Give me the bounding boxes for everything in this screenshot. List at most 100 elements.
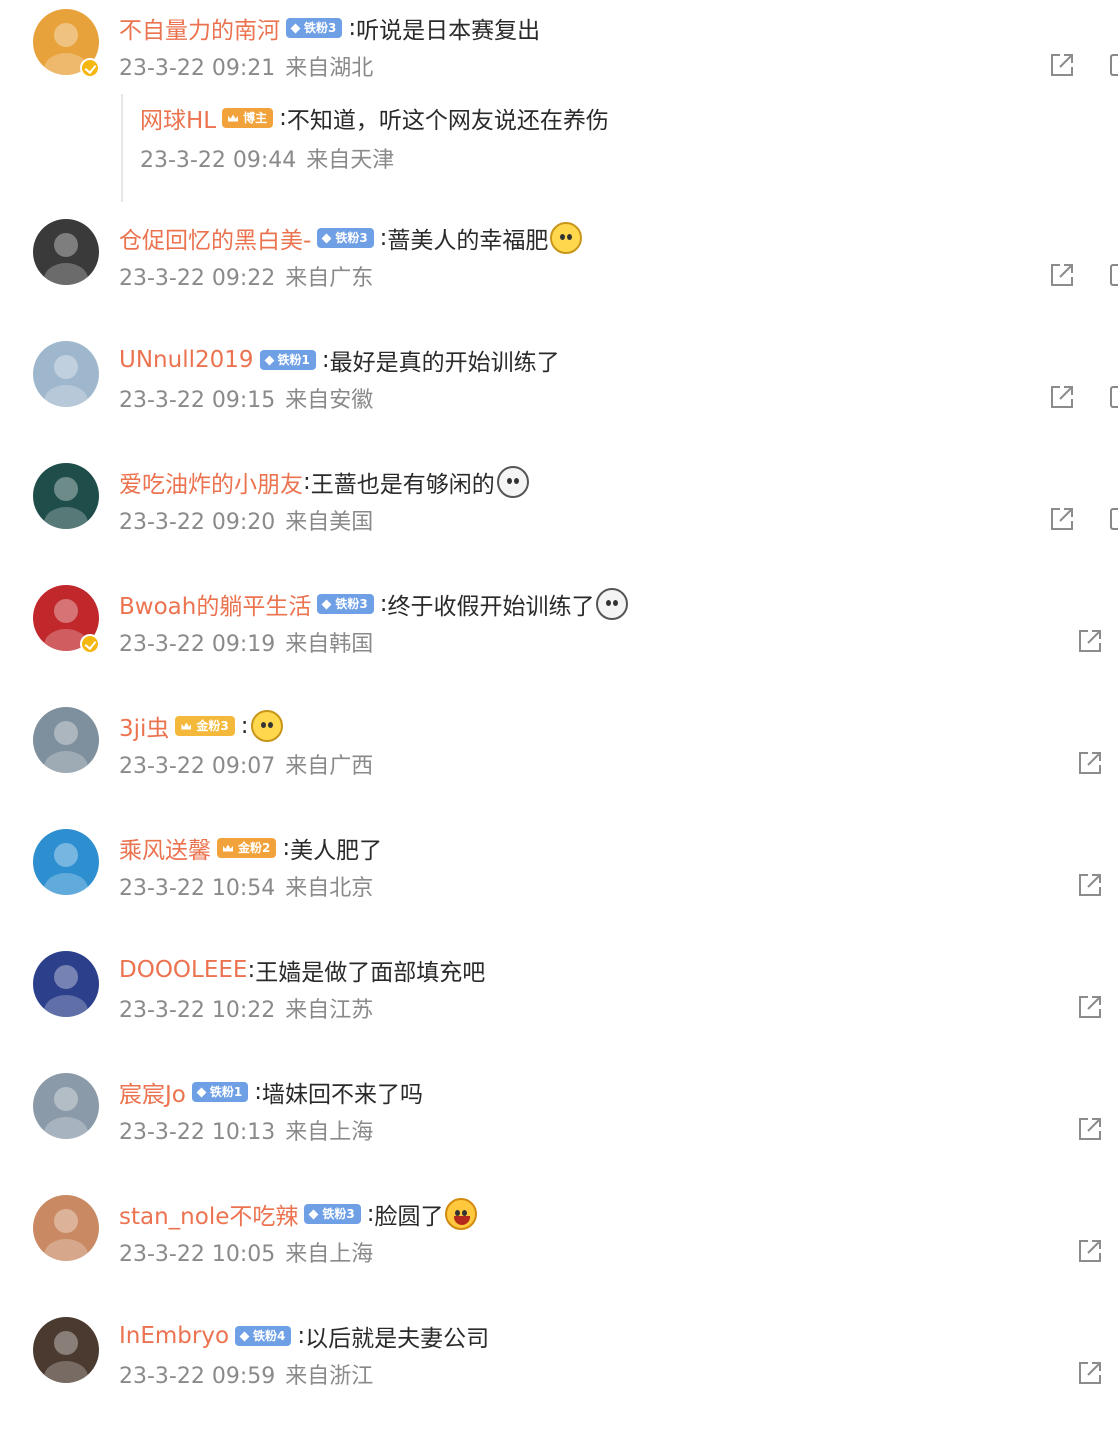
diamond-icon	[321, 233, 332, 243]
diamond-icon	[321, 599, 332, 609]
crown-icon	[181, 722, 192, 730]
share-icon[interactable]	[1047, 50, 1077, 80]
fan-badge[interactable]: 铁粉3	[304, 1204, 361, 1224]
fan-badge[interactable]: 金粉2	[217, 838, 277, 858]
username-link[interactable]: 宸宸Jo	[119, 1075, 186, 1109]
comment-time: 23-3-22 09:15	[119, 388, 276, 413]
reply-block: 网球HL 博主: 不知道，听这个网友说还在养伤 23-3-22 09:44 来自天津	[121, 94, 681, 202]
share-icon[interactable]	[1047, 260, 1077, 290]
share-icon[interactable]	[1075, 992, 1105, 1022]
comment-separator: :	[279, 105, 287, 131]
fan-badge[interactable]: 铁粉3	[286, 18, 343, 38]
comment-text: 以后就是夫妻公司	[305, 1326, 490, 1352]
diamond-icon	[290, 23, 301, 33]
fan-badge-label: 金粉3	[196, 719, 229, 733]
avatar[interactable]	[33, 951, 99, 1017]
comment-location: 来自湖北	[285, 56, 374, 81]
comment-time: 23-3-22 10:54	[119, 876, 276, 901]
comment-text: 美人肥了	[290, 838, 383, 864]
username-link[interactable]: 乘风送馨	[119, 831, 211, 865]
fan-badge[interactable]: 铁粉3	[317, 228, 374, 248]
fan-badge[interactable]: 铁粉1	[191, 1082, 249, 1102]
fan-badge[interactable]: 铁粉4	[235, 1326, 292, 1346]
username-link[interactable]: 爱吃油炸的小朋友	[119, 465, 303, 499]
diamond-icon	[239, 1331, 250, 1341]
comment-time: 23-3-22 09:59	[119, 1364, 276, 1389]
comment-time: 23-3-22 10:13	[119, 1120, 276, 1145]
fan-badge-label: 铁粉3	[335, 231, 368, 245]
doge-emoji	[550, 222, 583, 254]
avatar[interactable]	[33, 341, 99, 407]
username-link[interactable]: UNnull2019	[119, 347, 254, 373]
username-link[interactable]: InEmbryo	[119, 1323, 229, 1349]
comment-text: 脸圆了	[374, 1204, 444, 1230]
comment-line: 宸宸Jo 铁粉1: 墙妹回不来了吗	[119, 1074, 423, 1110]
comment-separator: :	[321, 347, 330, 373]
more-action-icon[interactable]	[1110, 54, 1118, 76]
share-icon[interactable]	[1075, 748, 1105, 778]
fan-badge-label: 铁粉3	[322, 1207, 355, 1221]
comment-separator: :	[366, 1201, 375, 1227]
comment-time: 23-3-22 10:22	[119, 998, 276, 1023]
comment-location: 来自韩国	[285, 632, 374, 657]
fan-badge[interactable]: 铁粉3	[317, 594, 374, 614]
ghost-emoji	[596, 588, 629, 620]
fan-badge[interactable]: 金粉3	[175, 716, 235, 736]
diamond-icon	[308, 1209, 319, 1219]
comment-text: 终于收假开始训练了	[387, 594, 595, 620]
username-link[interactable]: 3ji虫	[119, 709, 169, 743]
more-action-icon[interactable]	[1110, 508, 1118, 530]
comment-meta: 23-3-22 09:20 来自美国	[119, 504, 383, 536]
crown-icon	[223, 844, 233, 852]
comment-line: 网球HL 博主: 不知道，听这个网友说还在养伤	[140, 100, 609, 136]
comment-item: 不自量力的南河 铁粉3: 听说是日本赛复出 23-3-22 09:21 来自湖北 网球HL…	[0, 2, 1118, 207]
username-link[interactable]: 不自量力的南河	[119, 11, 280, 45]
avatar[interactable]	[33, 1073, 99, 1139]
fan-badge-label: 铁粉3	[335, 597, 368, 611]
username-link[interactable]: 仓促回忆的黑白美-	[119, 221, 311, 255]
fan-badge[interactable]: 铁粉1	[259, 350, 316, 370]
comment-location: 来自美国	[285, 510, 374, 535]
username-link[interactable]: Bwoah的躺平生活	[119, 587, 311, 621]
avatar[interactable]	[33, 707, 99, 773]
fan-badge-label: 铁粉1	[277, 353, 310, 367]
fan-badge-label: 金粉2	[238, 841, 271, 855]
comment-meta: 23-3-22 09:59 来自浙江	[119, 1358, 383, 1390]
comment-item: 3ji虫 金粉3: 23-3-22 09:07 来自广西	[0, 700, 1118, 822]
comment-line: 爱吃油炸的小朋友: 王蔷也是有够闲的	[119, 464, 529, 500]
comment-line: 3ji虫 金粉3:	[119, 708, 283, 744]
share-icon[interactable]	[1047, 504, 1077, 534]
share-icon[interactable]	[1075, 870, 1105, 900]
comment-separator: :	[379, 225, 388, 251]
comment-location: 来自广西	[285, 754, 374, 779]
comment-location: 来自浙江	[285, 1364, 374, 1389]
share-icon[interactable]	[1075, 1236, 1105, 1266]
comment-item: 仓促回忆的黑白美- 铁粉3: 蔷美人的幸福肥 23-3-22 09:22 来自广东	[0, 212, 1118, 334]
comment-location: 来自上海	[285, 1242, 374, 1267]
avatar[interactable]	[33, 1317, 99, 1383]
share-icon[interactable]	[1075, 1114, 1105, 1144]
comment-separator: :	[247, 957, 256, 983]
comment-line: UNnull2019 铁粉1: 最好是真的开始训练了	[119, 342, 560, 378]
username-link[interactable]: stan_nole不吃辣	[119, 1197, 298, 1231]
comment-meta: 23-3-22 10:13 来自上海	[119, 1114, 383, 1146]
comment-text: 王嫱是做了面部填充吧	[255, 960, 486, 986]
username-link[interactable]: DOOOLEEE	[119, 957, 247, 983]
avatar[interactable]	[33, 1195, 99, 1261]
share-icon[interactable]	[1075, 626, 1105, 656]
fan-badge[interactable]: 博主	[222, 108, 274, 128]
comment-separator: :	[254, 1079, 262, 1105]
ghost-emoji	[496, 466, 529, 498]
username-link[interactable]: 网球HL	[140, 101, 216, 135]
avatar[interactable]	[33, 219, 99, 285]
comment-meta: 23-3-22 09:21 来自湖北	[119, 50, 383, 82]
share-icon[interactable]	[1075, 1358, 1105, 1388]
comment-line: 乘风送馨 金粉2: 美人肥了	[119, 830, 382, 866]
comment-time: 23-3-22 10:05	[119, 1242, 276, 1267]
avatar[interactable]	[33, 463, 99, 529]
avatar[interactable]	[33, 829, 99, 895]
more-action-icon[interactable]	[1110, 386, 1118, 408]
comment-item: Bwoah的躺平生活 铁粉3: 终于收假开始训练了 23-3-22 09:19 来自韩国	[0, 578, 1118, 700]
share-icon[interactable]	[1047, 382, 1077, 412]
more-action-icon[interactable]	[1110, 264, 1118, 286]
